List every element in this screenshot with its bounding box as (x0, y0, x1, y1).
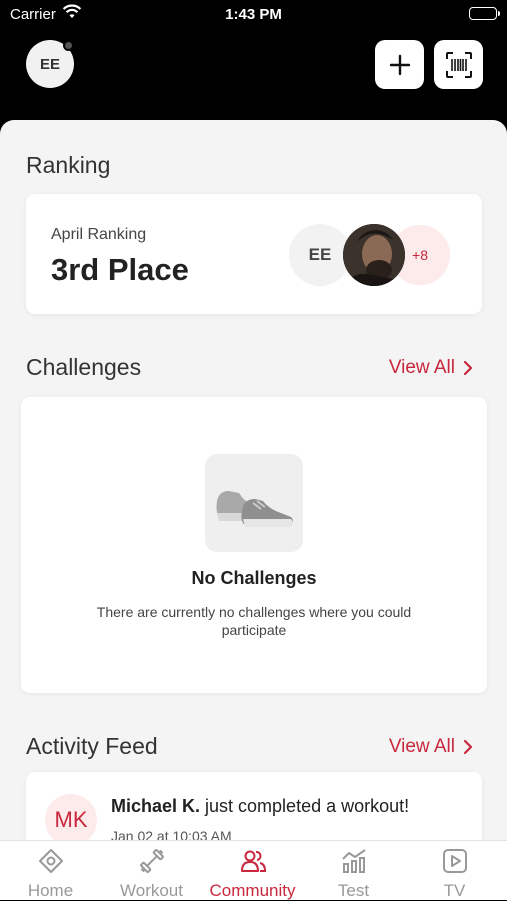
challenges-title: Challenges (26, 354, 142, 380)
battery-icon (469, 7, 500, 20)
chevron-right-icon (463, 360, 473, 376)
empty-state-description: There are currently no challenges where … (96, 604, 412, 638)
chevron-right-icon (463, 739, 473, 755)
main-content[interactable]: Ranking April Ranking 3rd Place EE +8 Ch… (0, 120, 507, 900)
activity-user-name: Michael K. (111, 796, 201, 816)
sneakers-icon (205, 454, 303, 552)
tab-label: Test (337, 881, 370, 900)
empty-state-title: No Challenges (191, 568, 317, 588)
challenges-view-all-link[interactable]: View All (389, 357, 473, 379)
activity-action: just completed a workout! (200, 796, 410, 816)
ranking-card[interactable]: April Ranking 3rd Place EE +8 (26, 194, 482, 314)
tab-bar: Home Workout Community Test TV (0, 840, 507, 900)
status-dot (63, 40, 74, 51)
ranking-place: 3rd Place (51, 252, 189, 287)
activity-feed-title: Activity Feed (26, 733, 158, 759)
tv-play-icon (404, 847, 505, 875)
tab-label: Community (209, 881, 296, 900)
ranking-avatars: EE +8 (289, 224, 459, 286)
tab-home[interactable]: Home (0, 841, 101, 901)
scan-button[interactable] (434, 40, 483, 89)
tab-label: Home (27, 881, 74, 900)
view-all-label: View All (388, 736, 455, 757)
tab-test[interactable]: Test (303, 841, 404, 901)
tab-tv[interactable]: TV (404, 841, 505, 901)
status-bar: Carrier 1:43 PM (0, 0, 507, 30)
tab-label: Workout (120, 881, 183, 900)
profile-initials: EE (39, 55, 60, 73)
home-icon (0, 847, 101, 875)
plus-icon (389, 54, 410, 75)
clock: 1:43 PM (225, 6, 282, 23)
activity-view-all-link[interactable]: View All (389, 736, 473, 758)
community-icon (202, 847, 303, 875)
avatar-ee: EE (289, 224, 351, 286)
tab-label: TV (443, 881, 466, 900)
activity-text: Michael K. just completed a workout! (111, 796, 409, 817)
tab-workout[interactable]: Workout (101, 841, 202, 901)
add-button[interactable] (375, 40, 424, 89)
view-all-label: View All (388, 357, 455, 378)
ranking-month-label: April Ranking (51, 226, 147, 243)
avatar-photo (343, 224, 405, 286)
ranking-title: Ranking (26, 152, 111, 178)
user-avatar: MK (45, 794, 97, 846)
test-chart-icon (303, 847, 404, 875)
dumbbell-icon (101, 847, 202, 875)
tab-community[interactable]: Community (202, 841, 303, 901)
top-header: EE (0, 30, 507, 120)
challenges-empty-card: No Challenges There are currently no cha… (21, 397, 487, 693)
barcode-scan-icon (445, 51, 472, 78)
profile-avatar[interactable]: EE (26, 40, 74, 88)
